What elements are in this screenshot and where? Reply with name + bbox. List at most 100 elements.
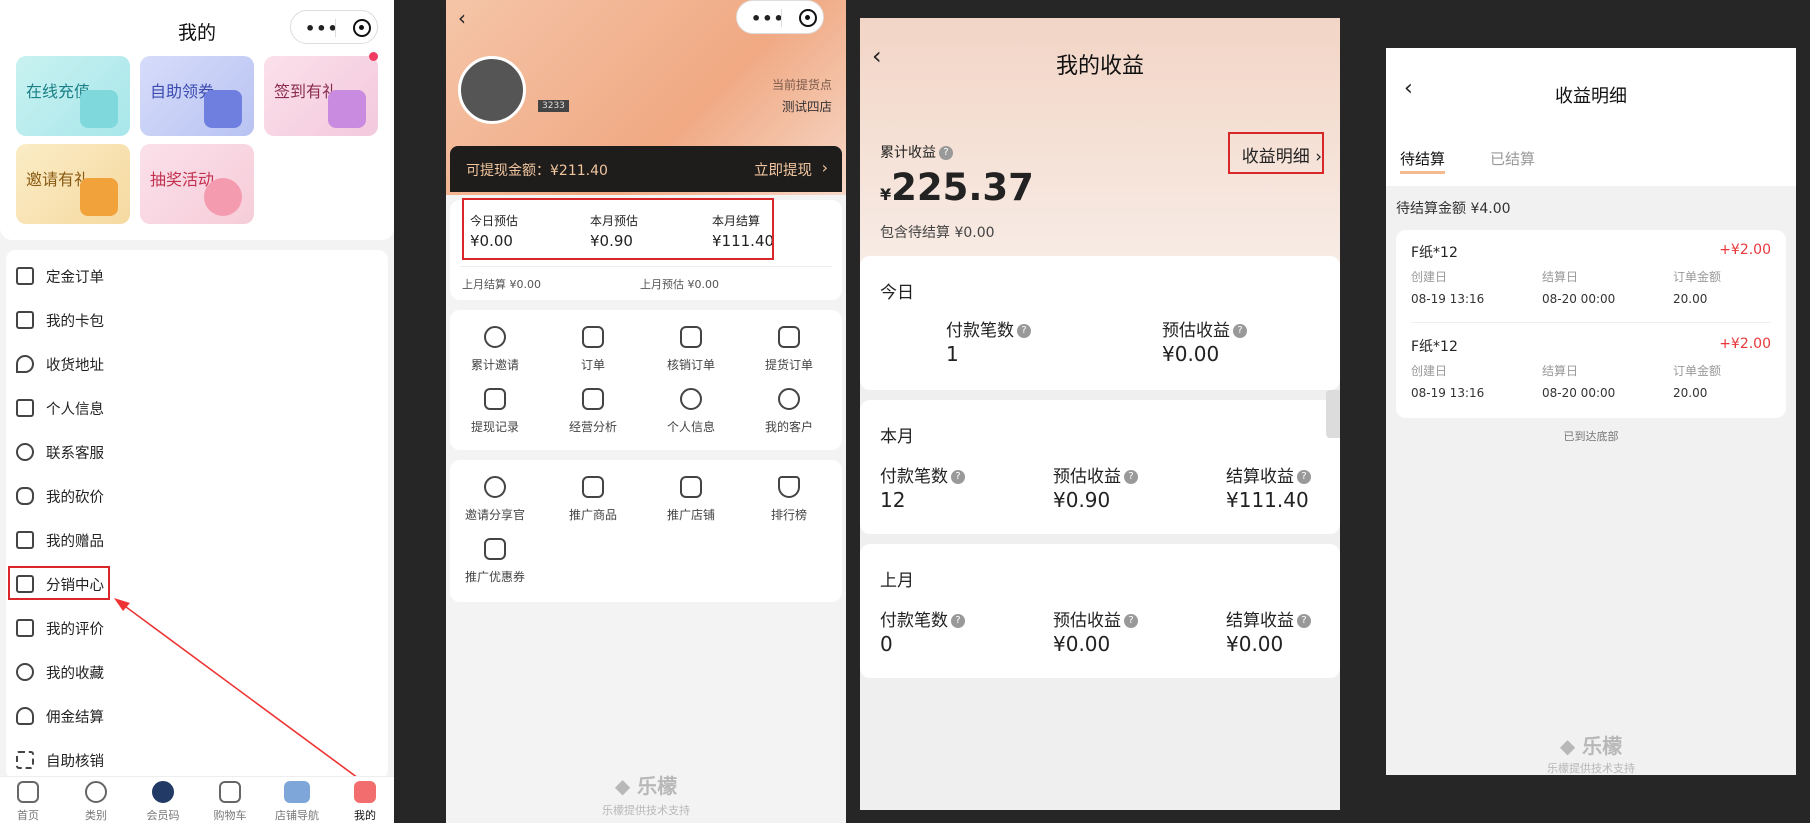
avatar[interactable] xyxy=(458,56,526,124)
grid-item-orders[interactable]: 订单 xyxy=(548,326,638,373)
close-target-icon[interactable] xyxy=(799,9,817,27)
metric-value: ¥0.90 xyxy=(1053,488,1111,512)
grid-item-promote-products[interactable]: 推广商品 xyxy=(548,476,638,523)
withdraw-amount: 可提现金额：¥211.40 xyxy=(466,163,608,179)
help-icon[interactable]: ? xyxy=(951,614,965,628)
earnings-detail-panel: ‹ 收益明细 待结算 已结算 待结算金额 ¥4.00 F纸*12 +¥2.00 … xyxy=(1386,48,1796,775)
back-icon[interactable]: ‹ xyxy=(458,6,466,30)
scrollbar-thumb[interactable] xyxy=(1326,390,1340,438)
metric-value: ¥0.00 xyxy=(1162,342,1220,366)
metric-label: 预估收益? xyxy=(1053,462,1138,487)
grid-item-customers[interactable]: 我的客户 xyxy=(744,388,834,435)
user-id-badge: 3233 xyxy=(538,100,569,112)
last-settle-value: ¥0.00 xyxy=(509,278,542,291)
metric-value: ¥111.40 xyxy=(1226,488,1309,512)
tab-me[interactable]: 我的 xyxy=(335,781,394,823)
grid-item-analytics[interactable]: 经营分析 xyxy=(548,388,638,435)
pending-label: 包含待结算 xyxy=(880,225,950,241)
chevron-right-icon: › xyxy=(821,158,828,177)
metric-label: 预估收益? xyxy=(1053,606,1138,631)
pending-value: ¥0.00 xyxy=(954,225,995,241)
grid-icon xyxy=(85,781,107,803)
help-icon[interactable]: ? xyxy=(939,146,953,160)
grid-item-promote-store[interactable]: 推广店铺 xyxy=(646,476,736,523)
grid-item-verify-orders[interactable]: 核销订单 xyxy=(646,326,736,373)
page-title: 收益明细 xyxy=(1555,86,1627,107)
profile-panel: 我的 ••• 在线充值 自助领券 签到有礼 邀请有礼 抽奖活动 定金订单 我的卡… xyxy=(0,0,394,823)
last-est-label: 上月预估 xyxy=(640,278,684,291)
field-label: 结算日 xyxy=(1542,364,1579,378)
pending-info: 包含待结算 ¥0.00 xyxy=(880,222,995,242)
grid-item-invites[interactable]: 累计邀请 xyxy=(450,326,540,373)
grid-label: 核销订单 xyxy=(666,358,715,372)
store-name[interactable]: 测试四店 xyxy=(782,96,832,115)
last-month-estimate: 上月预估 ¥0.00 xyxy=(640,276,719,292)
user-add-icon xyxy=(484,476,506,498)
detail-header xyxy=(1386,48,1796,186)
grid-label: 累计邀请 xyxy=(470,358,519,372)
last-month-settle: 上月结算 ¥0.00 xyxy=(462,276,541,292)
end-of-list: 已到达底部 xyxy=(1563,430,1619,443)
field-value: 08-19 13:16 xyxy=(1411,292,1485,306)
metric-label-text: 结算收益 xyxy=(1226,467,1294,487)
pending-amount: 待结算金额 ¥4.00 xyxy=(1396,201,1511,217)
grid-item-promote-coupons[interactable]: 推广优惠券 xyxy=(450,538,540,585)
grid-label: 邀请分享官 xyxy=(464,508,525,522)
grid-label: 订单 xyxy=(580,358,605,372)
help-icon[interactable]: ? xyxy=(1017,324,1031,338)
help-icon[interactable]: ? xyxy=(951,470,965,484)
list-item[interactable]: F纸*12 +¥2.00 创建日 结算日 订单金额 08-19 13:16 08… xyxy=(1396,230,1786,324)
total-label: 累计收益? xyxy=(880,142,953,162)
function-grid: 累计邀请 订单 核销订单 提货订单 提现记录 经营分析 个人信息 我的客户 xyxy=(450,310,842,450)
last-month-section: 上月 付款笔数? 0 预估收益? ¥0.00 结算收益? ¥0.00 xyxy=(860,544,1340,678)
metric-label-text: 预估收益 xyxy=(1162,321,1230,341)
list-item[interactable]: F纸*12 +¥2.00 创建日 结算日 订单金额 08-19 13:16 08… xyxy=(1396,324,1786,418)
grid-label: 推广商品 xyxy=(568,508,617,522)
field-label: 结算日 xyxy=(1542,270,1579,284)
metric-label-text: 预估收益 xyxy=(1053,467,1121,487)
metric-value: 0 xyxy=(880,632,893,656)
bottom-tab-bar: 首页 类别 会员码 购物车 店铺导航 我的 xyxy=(0,776,394,823)
grid-item-invite-sharer[interactable]: 邀请分享官 xyxy=(450,476,540,523)
today-section: 今日 付款笔数? 1 预估收益? ¥0.00 xyxy=(860,256,1340,390)
brand-subtitle: 乐檬提供技术支持 xyxy=(1547,762,1635,775)
tab-settled[interactable]: 已结算 xyxy=(1490,148,1535,169)
metric-label-text: 付款笔数 xyxy=(880,611,948,631)
grid-item-withdraw-records[interactable]: 提现记录 xyxy=(450,388,540,435)
grid-item-leaderboard[interactable]: 排行榜 xyxy=(744,476,834,523)
store-nav-icon xyxy=(284,781,310,803)
annotation-arrow xyxy=(114,598,359,779)
brand-name: 乐檬 xyxy=(1582,734,1623,758)
last-settle-label: 上月结算 xyxy=(462,278,506,291)
help-icon[interactable]: ? xyxy=(1233,324,1247,338)
currency-symbol: ¥ xyxy=(880,185,892,204)
page-title: 我的收益 xyxy=(1055,54,1144,79)
bag-icon xyxy=(582,476,604,498)
help-icon[interactable]: ? xyxy=(1297,614,1311,628)
help-icon[interactable]: ? xyxy=(1297,470,1311,484)
more-icon[interactable]: ••• xyxy=(751,9,785,28)
grid-label: 推广店铺 xyxy=(666,508,715,522)
mini-program-capsule[interactable]: ••• xyxy=(736,0,824,34)
divider xyxy=(1411,322,1771,323)
brand-subtitle: 乐檬提供技术支持 xyxy=(602,804,690,817)
promotion-grid: 邀请分享官 推广商品 推广店铺 排行榜 推广优惠券 xyxy=(450,460,842,602)
my-earnings-panel: ‹ 我的收益 累计收益? ¥225.37 包含待结算 ¥0.00 收益明细 › … xyxy=(860,18,1340,810)
tab-category[interactable]: 类别 xyxy=(66,781,126,823)
record-icon xyxy=(484,388,506,410)
tab-cart[interactable]: 购物车 xyxy=(200,781,260,823)
grid-item-profile[interactable]: 个人信息 xyxy=(646,388,736,435)
tab-pending[interactable]: 待结算 xyxy=(1400,148,1446,174)
member-code-icon xyxy=(152,781,174,803)
help-icon[interactable]: ? xyxy=(1124,614,1138,628)
withdraw-button[interactable]: 立即提现 xyxy=(754,159,812,180)
grid-label: 提现记录 xyxy=(470,420,519,434)
clipboard-icon xyxy=(582,326,604,348)
tab-home[interactable]: 首页 xyxy=(0,781,58,823)
tab-store-nav[interactable]: 店铺导航 xyxy=(267,781,327,823)
tab-member-code[interactable]: 会员码 xyxy=(133,781,193,823)
highlight-box xyxy=(462,198,774,260)
help-icon[interactable]: ? xyxy=(1124,470,1138,484)
grid-item-pickup-orders[interactable]: 提货订单 xyxy=(744,326,834,373)
item-amount: +¥2.00 xyxy=(1719,336,1771,352)
